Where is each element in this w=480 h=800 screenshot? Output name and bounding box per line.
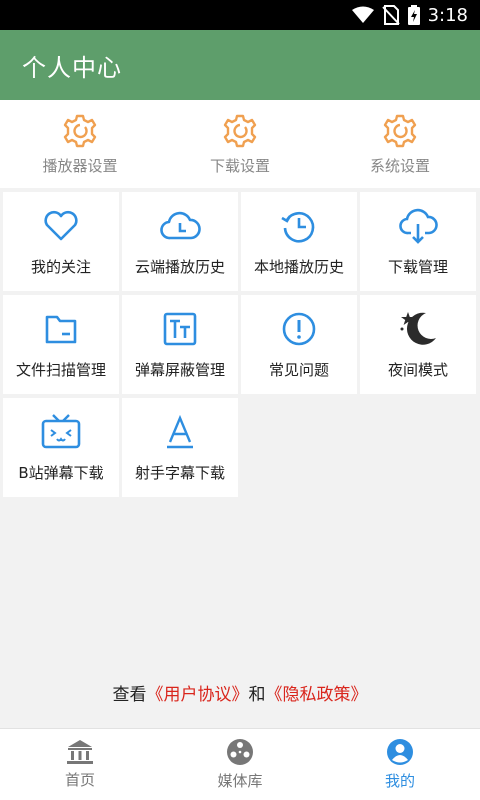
grid-label: 射手字幕下载 <box>134 464 225 482</box>
agreement-and: 和 <box>248 685 266 705</box>
film-reel-icon <box>227 739 253 765</box>
info-icon <box>282 312 316 346</box>
follow-button[interactable]: 我的关注 <box>3 192 119 291</box>
nav-label: 首页 <box>64 771 95 789</box>
no-sim-icon <box>381 5 400 25</box>
feature-grid: 我的关注 云端播放历史 本地播放历史 下载管理 文件扫描管理 弹幕屏蔽管理 常见… <box>3 192 477 497</box>
app-header: 个人中心 <box>0 30 480 100</box>
quick-label: 系统设置 <box>369 156 430 175</box>
nav-home[interactable]: 首页 <box>0 729 160 800</box>
download-manager-button[interactable]: 下载管理 <box>360 192 476 291</box>
bilibili-danmaku-download-button[interactable]: B站弹幕下载 <box>3 398 119 497</box>
grid-label: 弹幕屏蔽管理 <box>134 361 225 379</box>
nav-label: 我的 <box>384 772 415 790</box>
heart-icon <box>44 210 78 241</box>
nav-mine[interactable]: 我的 <box>320 729 480 800</box>
grid-label: 文件扫描管理 <box>15 361 106 379</box>
local-history-button[interactable]: 本地播放历史 <box>241 192 357 291</box>
status-bar: 3:18 <box>0 0 480 30</box>
quick-settings: 播放器设置 下载设置 系统设置 <box>0 100 480 188</box>
cloud-download-icon <box>399 208 438 244</box>
moon-icon <box>400 312 436 345</box>
night-mode-button[interactable]: 夜间模式 <box>360 295 476 394</box>
user-agreement-link[interactable]: 《用户协议》 <box>147 685 249 705</box>
gear-icon <box>223 114 257 147</box>
nav-media-library[interactable]: 媒体库 <box>160 729 320 800</box>
quick-label: 下载设置 <box>209 156 270 175</box>
page-title: 个人中心 <box>22 53 122 82</box>
grid-label: 云端播放历史 <box>134 258 225 276</box>
history-clock-icon <box>281 211 315 243</box>
folder-icon <box>45 315 77 344</box>
agreement-text: 查看《用户协议》和《隐私政策》 <box>0 680 480 705</box>
subtitle-download-button[interactable]: 射手字幕下载 <box>122 398 238 497</box>
download-settings-button[interactable]: 下载设置 <box>160 100 320 188</box>
grid-label: 夜间模式 <box>387 361 448 379</box>
grid-label: B站弹幕下载 <box>18 464 104 482</box>
cloud-history-button[interactable]: 云端播放历史 <box>122 192 238 291</box>
faq-button[interactable]: 常见问题 <box>241 295 357 394</box>
user-icon <box>387 739 413 765</box>
bank-icon <box>67 740 93 764</box>
grid-label: 我的关注 <box>30 258 91 276</box>
system-settings-button[interactable]: 系统设置 <box>320 100 480 188</box>
battery-icon <box>407 5 420 25</box>
wifi-icon <box>351 6 374 23</box>
bottom-navigation: 首页 媒体库 我的 <box>0 728 480 800</box>
text-block-icon <box>163 312 197 346</box>
status-time: 3:18 <box>427 4 468 26</box>
gear-icon <box>383 114 417 147</box>
nav-label: 媒体库 <box>217 772 263 790</box>
gear-icon <box>63 114 97 147</box>
grid-label: 下载管理 <box>387 258 448 276</box>
letter-a-icon <box>167 414 193 449</box>
privacy-policy-link[interactable]: 《隐私政策》 <box>266 685 368 705</box>
cloud-clock-icon <box>160 211 201 240</box>
agreement-prefix: 查看 <box>112 685 147 705</box>
quick-label: 播放器设置 <box>42 156 118 175</box>
grid-label: 本地播放历史 <box>253 258 344 276</box>
bilibili-tv-icon <box>41 414 81 449</box>
player-settings-button[interactable]: 播放器设置 <box>0 100 160 188</box>
grid-label: 常见问题 <box>268 361 329 379</box>
danmaku-block-button[interactable]: 弹幕屏蔽管理 <box>122 295 238 394</box>
file-scan-button[interactable]: 文件扫描管理 <box>3 295 119 394</box>
